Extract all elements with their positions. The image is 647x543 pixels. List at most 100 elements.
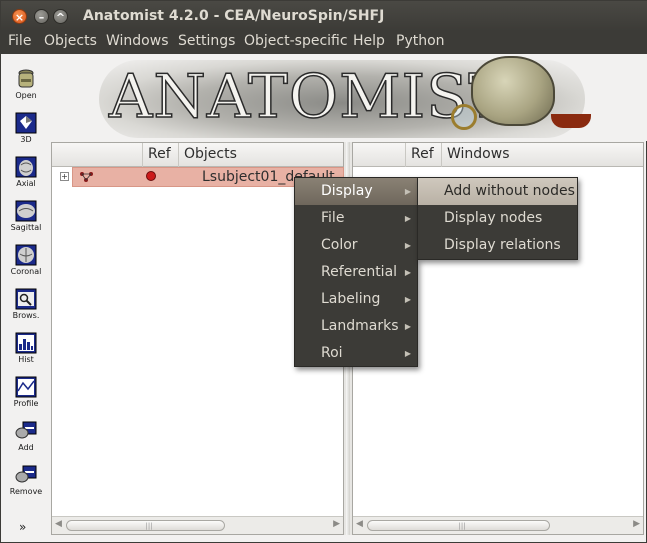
graph-object-icon	[80, 172, 93, 182]
tool-profile-label: Profile	[13, 399, 39, 408]
menu-file[interactable]: File	[8, 33, 31, 49]
magnifier-logo-icon	[451, 104, 477, 130]
menu-help[interactable]: Help	[353, 33, 385, 49]
left-toolbar: Open 3D Axial Sagittal Coronal Brows. Hi…	[1, 54, 51, 543]
windows-col-ref[interactable]: Ref	[406, 143, 442, 167]
windows-col-tree[interactable]	[353, 143, 406, 167]
objects-hscrollbar[interactable]: ◀ ||| ▶	[52, 516, 343, 534]
close-button[interactable]: ×	[12, 9, 27, 24]
menu-item-label: Display nodes	[444, 210, 543, 226]
scroll-right-arrow[interactable]: ▶	[333, 519, 340, 529]
windows-col-windows[interactable]: Windows	[442, 143, 645, 167]
context-menu-item-referential[interactable]: Referential ▶	[295, 259, 417, 286]
submenu-arrow-icon: ▶	[404, 322, 411, 331]
submenu-arrow-icon: ▶	[404, 349, 411, 358]
windows-hscrollbar[interactable]: ◀ ||| ▶	[353, 516, 643, 534]
objects-header: Ref Objects	[52, 143, 343, 167]
tree-expander[interactable]: +	[60, 172, 69, 181]
tool-coronal-label: Coronal	[10, 267, 42, 276]
tool-histogram-label: Hist	[18, 355, 34, 364]
objects-col-ref[interactable]: Ref	[143, 143, 179, 167]
tool-open[interactable]: Open	[5, 68, 47, 112]
tool-3d[interactable]: 3D	[5, 112, 47, 156]
minimize-button[interactable]: –	[34, 9, 49, 24]
axial-brain-icon	[15, 156, 37, 178]
objects-col-tree[interactable]	[52, 143, 143, 167]
context-menu-item-color[interactable]: Color ▶	[295, 232, 417, 259]
browser-icon	[15, 288, 37, 310]
context-menu-item-roi[interactable]: Roi ▶	[295, 340, 417, 367]
scroll-right-arrow[interactable]: ▶	[633, 519, 640, 529]
menu-item-label: File	[321, 210, 345, 226]
tool-sagittal[interactable]: Sagittal	[5, 200, 47, 244]
scroll-thumb[interactable]: |||	[66, 520, 225, 531]
tool-remove-label: Remove	[9, 487, 43, 496]
tool-browser-label: Brows.	[12, 311, 40, 320]
submenu-arrow-icon: ▶	[404, 295, 411, 304]
histogram-icon	[15, 332, 37, 354]
logo-banner: ANATOMIST	[51, 54, 647, 141]
scroll-grip: |||	[145, 522, 153, 530]
tool-sagittal-label: Sagittal	[10, 223, 42, 232]
scroll-left-arrow[interactable]: ◀	[55, 519, 62, 529]
coronal-brain-icon	[15, 244, 37, 266]
profile-icon	[15, 376, 37, 398]
toolbar-more-button[interactable]: »	[19, 520, 26, 534]
tool-browser[interactable]: Brows.	[5, 288, 47, 332]
anatomist-logo-text: ANATOMIST	[108, 61, 510, 133]
tool-coronal[interactable]: Coronal	[5, 244, 47, 288]
referential-dot	[146, 171, 156, 181]
menu-bar: File Objects Windows Settings Object-spe…	[1, 31, 647, 54]
menu-settings[interactable]: Settings	[178, 33, 235, 49]
menu-python[interactable]: Python	[396, 33, 445, 49]
tool-profile[interactable]: Profile	[5, 376, 47, 420]
tool-add-label: Add	[18, 443, 34, 452]
menu-item-label: Display	[321, 183, 373, 199]
menu-object-specific[interactable]: Object-specific	[244, 33, 348, 49]
scroll-thumb[interactable]: |||	[367, 520, 550, 531]
tool-open-label: Open	[15, 91, 37, 100]
menu-item-label: Add without nodes	[444, 183, 575, 199]
remove-object-icon	[15, 465, 37, 483]
scroll-grip: |||	[458, 522, 466, 530]
3d-window-icon	[15, 112, 37, 134]
context-menu-item-labeling[interactable]: Labeling ▶	[295, 286, 417, 313]
window-title: Anatomist 4.2.0 - CEA/NeuroSpin/SHFJ	[83, 8, 385, 24]
tool-axial[interactable]: Axial	[5, 156, 47, 200]
sagittal-brain-icon	[15, 200, 37, 222]
anatomist-window: × – ^ Anatomist 4.2.0 - CEA/NeuroSpin/SH…	[0, 0, 647, 543]
menu-item-label: Roi	[321, 345, 343, 361]
context-menu: Display ▶ File ▶ Color ▶ Referential ▶ Label…	[294, 177, 418, 367]
tool-axial-label: Axial	[16, 179, 36, 188]
submenu-item-display-relations[interactable]: Display relations	[418, 232, 577, 259]
submenu-item-display-nodes[interactable]: Display nodes	[418, 205, 577, 232]
context-menu-item-display[interactable]: Display ▶	[295, 178, 417, 205]
menu-objects[interactable]: Objects	[44, 33, 97, 49]
objects-col-objects[interactable]: Objects	[179, 143, 345, 167]
menu-item-label: Display relations	[444, 237, 561, 253]
context-menu-item-landmarks[interactable]: Landmarks ▶	[295, 313, 417, 340]
menu-item-label: Color	[321, 237, 358, 253]
windows-header: Ref Windows	[353, 143, 643, 167]
submenu-item-add-without-nodes[interactable]: Add without nodes	[418, 178, 577, 205]
open-jar-icon	[18, 69, 34, 88]
submenu-arrow-icon: ▶	[404, 214, 411, 223]
add-object-icon	[15, 421, 37, 439]
brain-logo-icon	[471, 56, 555, 126]
tool-remove[interactable]: Remove	[5, 464, 47, 508]
tool-histogram[interactable]: Hist	[5, 332, 47, 376]
menu-windows[interactable]: Windows	[106, 33, 169, 49]
context-menu-item-file[interactable]: File ▶	[295, 205, 417, 232]
maximize-button[interactable]: ^	[53, 9, 68, 24]
tool-add[interactable]: Add	[5, 420, 47, 464]
menu-item-label: Landmarks	[321, 318, 399, 334]
submenu-arrow-icon: ▶	[404, 268, 411, 277]
menu-item-label: Labeling	[321, 291, 381, 307]
scroll-left-arrow[interactable]: ◀	[356, 519, 363, 529]
title-bar[interactable]: × – ^ Anatomist 4.2.0 - CEA/NeuroSpin/SH…	[1, 1, 647, 31]
display-submenu: Add without nodes Display nodes Display …	[417, 177, 578, 260]
submenu-arrow-icon: ▶	[404, 187, 411, 196]
pipe-logo-icon	[551, 114, 591, 128]
submenu-arrow-icon: ▶	[404, 241, 411, 250]
tool-3d-label: 3D	[20, 135, 32, 144]
